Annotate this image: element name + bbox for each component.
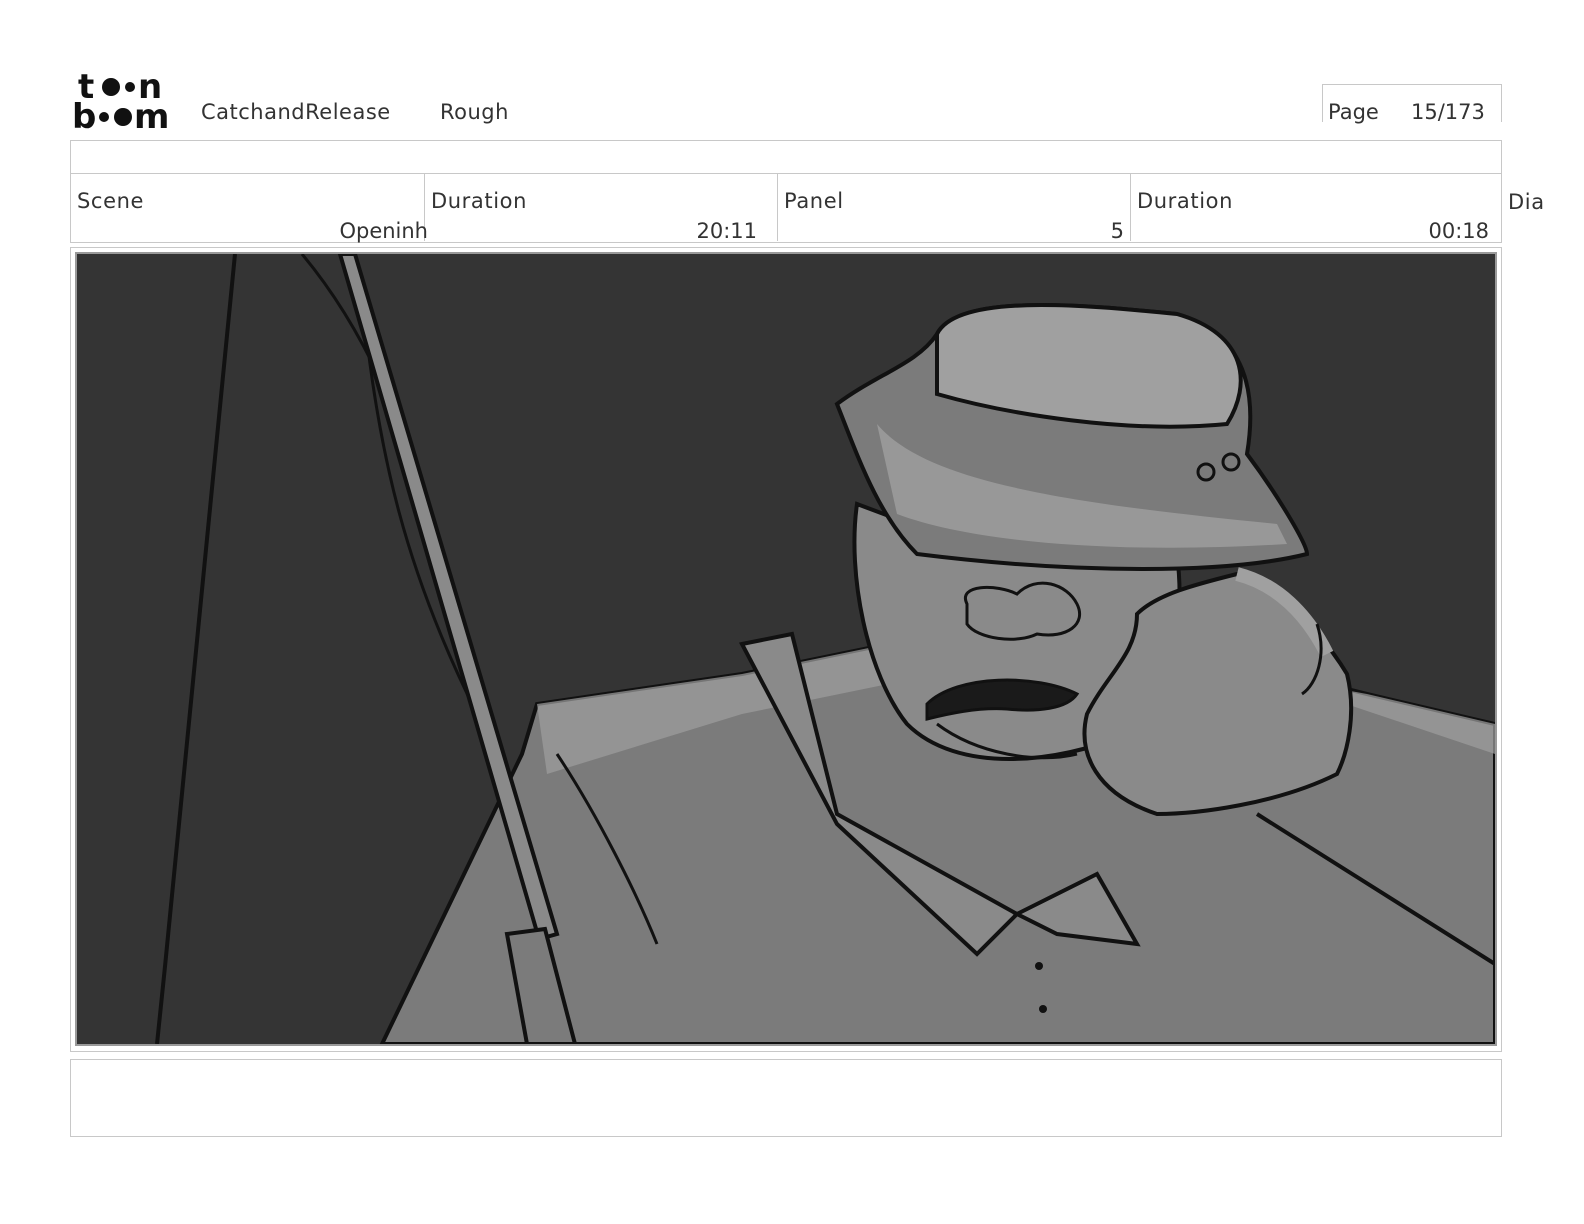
storyboard-panel-image [75, 252, 1497, 1046]
toonboom-logo: t n b m [72, 67, 182, 137]
page-number: 15/173 [1411, 100, 1485, 124]
panel-label: Panel [784, 189, 844, 213]
svg-text:b: b [72, 97, 96, 134]
scene-cell: Scene Openinh [71, 173, 428, 243]
scene-value: Openinh [339, 219, 428, 243]
stage-name: Rough [440, 100, 509, 124]
project-name: CatchandRelease [201, 100, 391, 124]
header-blank-row [70, 140, 1502, 174]
panel-duration-value: 00:18 [1428, 219, 1489, 243]
svg-text:m: m [134, 97, 169, 134]
page-label: Page [1328, 100, 1379, 124]
scene-duration-value: 20:11 [696, 219, 757, 243]
dialogue-label: Dia [1508, 190, 1545, 214]
panel-value: 5 [1110, 219, 1124, 243]
panel-duration-cell: Duration 00:18 [1131, 173, 1501, 243]
panel-cell: Panel 5 [778, 173, 1131, 243]
scene-label: Scene [77, 189, 145, 213]
scene-duration-cell: Duration 20:11 [425, 173, 778, 243]
panel-duration-label: Duration [1137, 189, 1234, 213]
info-row: Scene Openinh Duration 20:11 Panel 5 Dur… [70, 173, 1502, 243]
notes-box [70, 1059, 1502, 1137]
scene-duration-label: Duration [431, 189, 528, 213]
